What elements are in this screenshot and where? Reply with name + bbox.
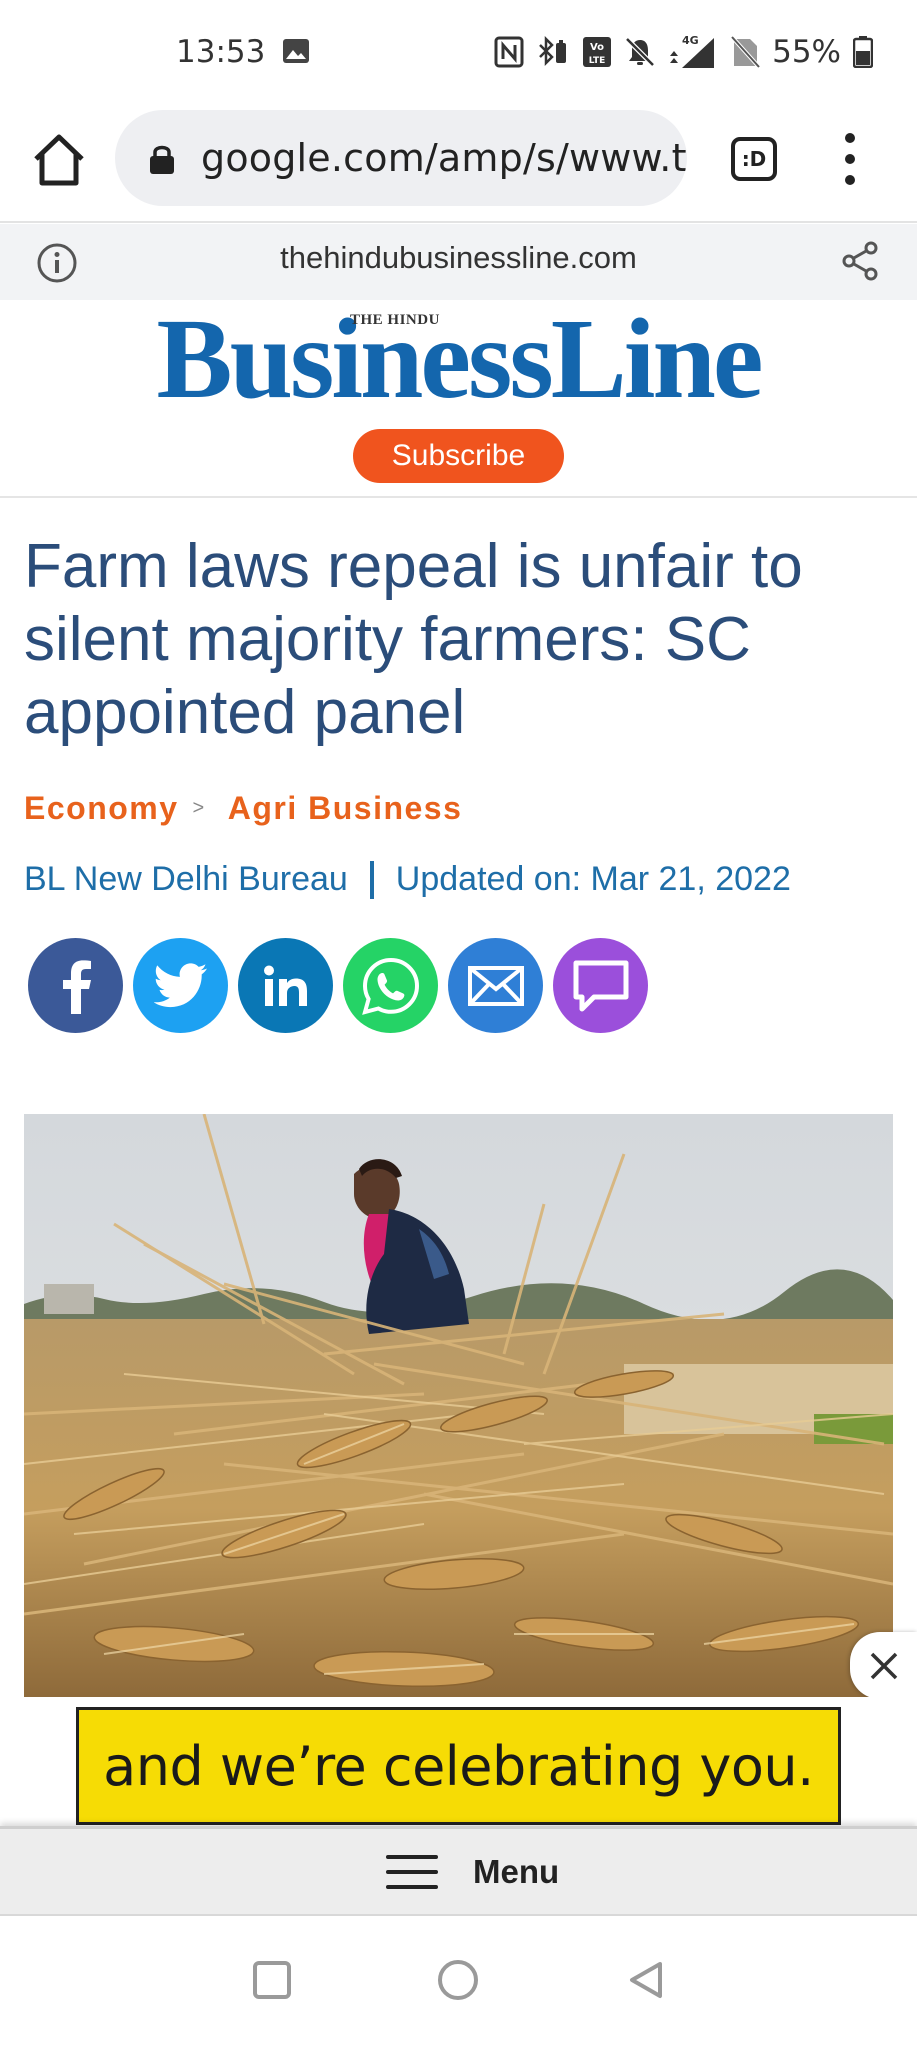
network-type: 4G (682, 34, 699, 47)
twitter-icon (153, 962, 207, 1007)
ad-close-button[interactable] (850, 1632, 917, 1699)
email-share-button[interactable] (448, 938, 543, 1033)
share-buttons (28, 938, 648, 1033)
article-headline: Farm laws repeal is unfair to silent maj… (24, 532, 803, 747)
twitter-share-button[interactable] (133, 938, 228, 1033)
whatsapp-icon (361, 957, 419, 1015)
home-nav-icon[interactable] (438, 1960, 478, 2000)
close-icon (870, 1652, 897, 1679)
status-icons: Vo LTE 4G 55% (494, 30, 873, 74)
comments-button[interactable] (553, 938, 648, 1033)
url-text: google.com/amp/s/www.thehindubusinesslin… (201, 136, 687, 180)
linkedin-share-button[interactable] (238, 938, 333, 1033)
email-icon (467, 965, 524, 1006)
no-sim-icon (730, 35, 761, 69)
breadcrumb-economy[interactable]: Economy (24, 790, 179, 827)
signal-4g-icon: 4G (670, 34, 715, 68)
facebook-share-button[interactable] (28, 938, 123, 1033)
browser-toolbar: google.com/amp/s/www.thehindubusinesslin… (0, 105, 917, 223)
recent-apps-icon[interactable] (253, 1961, 291, 1999)
ad-container: and we’re celebrating you. (0, 1697, 917, 1827)
info-icon[interactable] (36, 242, 78, 284)
address-bar[interactable]: google.com/amp/s/www.thehindubusinesslin… (115, 110, 687, 206)
amp-header: thehindubusinessline.com (0, 224, 917, 300)
android-nav-bar (0, 1916, 917, 2048)
svg-text:LTE: LTE (589, 56, 606, 66)
battery-icon (853, 36, 873, 68)
status-time: 13:53 (176, 34, 266, 70)
bluetooth-battery-icon (539, 36, 567, 67)
byline: BL New Delhi Bureau Updated on: Mar 21, … (24, 860, 791, 899)
amp-domain[interactable]: thehindubusinessline.com (0, 240, 917, 276)
site-logo[interactable]: BusinessLine (0, 302, 917, 416)
tab-switcher-button[interactable]: :D (731, 137, 777, 181)
subscribe-button[interactable]: Subscribe (353, 429, 564, 483)
logo-superscript: THE HINDU (350, 312, 440, 328)
mute-icon (625, 37, 655, 67)
breadcrumb: Economy > Agri Business (24, 790, 462, 827)
home-icon[interactable] (30, 131, 88, 189)
comment-icon (573, 960, 628, 1011)
byline-divider (369, 860, 374, 899)
updated-date: Updated on: Mar 21, 2022 (395, 860, 791, 898)
svg-text:Vo: Vo (590, 42, 604, 53)
facebook-icon (62, 959, 91, 1014)
whatsapp-share-button[interactable] (343, 938, 438, 1033)
hamburger-icon[interactable] (386, 1855, 438, 1889)
menu-bar[interactable]: Menu (0, 1826, 917, 1916)
breadcrumb-separator: > (192, 797, 206, 819)
breadcrumb-agri-business[interactable]: Agri Business (228, 790, 463, 827)
wheat-field-photo (24, 1114, 893, 1697)
menu-label[interactable]: Menu (473, 1853, 559, 1891)
article-image (24, 1114, 893, 1697)
status-bar: 13:53 Vo LTE 4G 55% (0, 0, 917, 105)
site-header: BusinessLine THE HINDU Subscribe (0, 300, 917, 498)
battery-percentage: 55% (772, 34, 841, 70)
more-options-icon[interactable] (838, 133, 862, 185)
linkedin-icon (263, 965, 307, 1006)
ad-banner[interactable]: and we’re celebrating you. (76, 1707, 841, 1825)
image-icon (283, 39, 309, 63)
back-icon[interactable] (626, 1960, 666, 2000)
volte-icon: Vo LTE (583, 37, 612, 67)
nfc-icon (494, 36, 524, 68)
author-link[interactable]: BL New Delhi Bureau (24, 860, 348, 899)
lock-icon (150, 145, 174, 174)
share-icon[interactable] (840, 240, 880, 282)
